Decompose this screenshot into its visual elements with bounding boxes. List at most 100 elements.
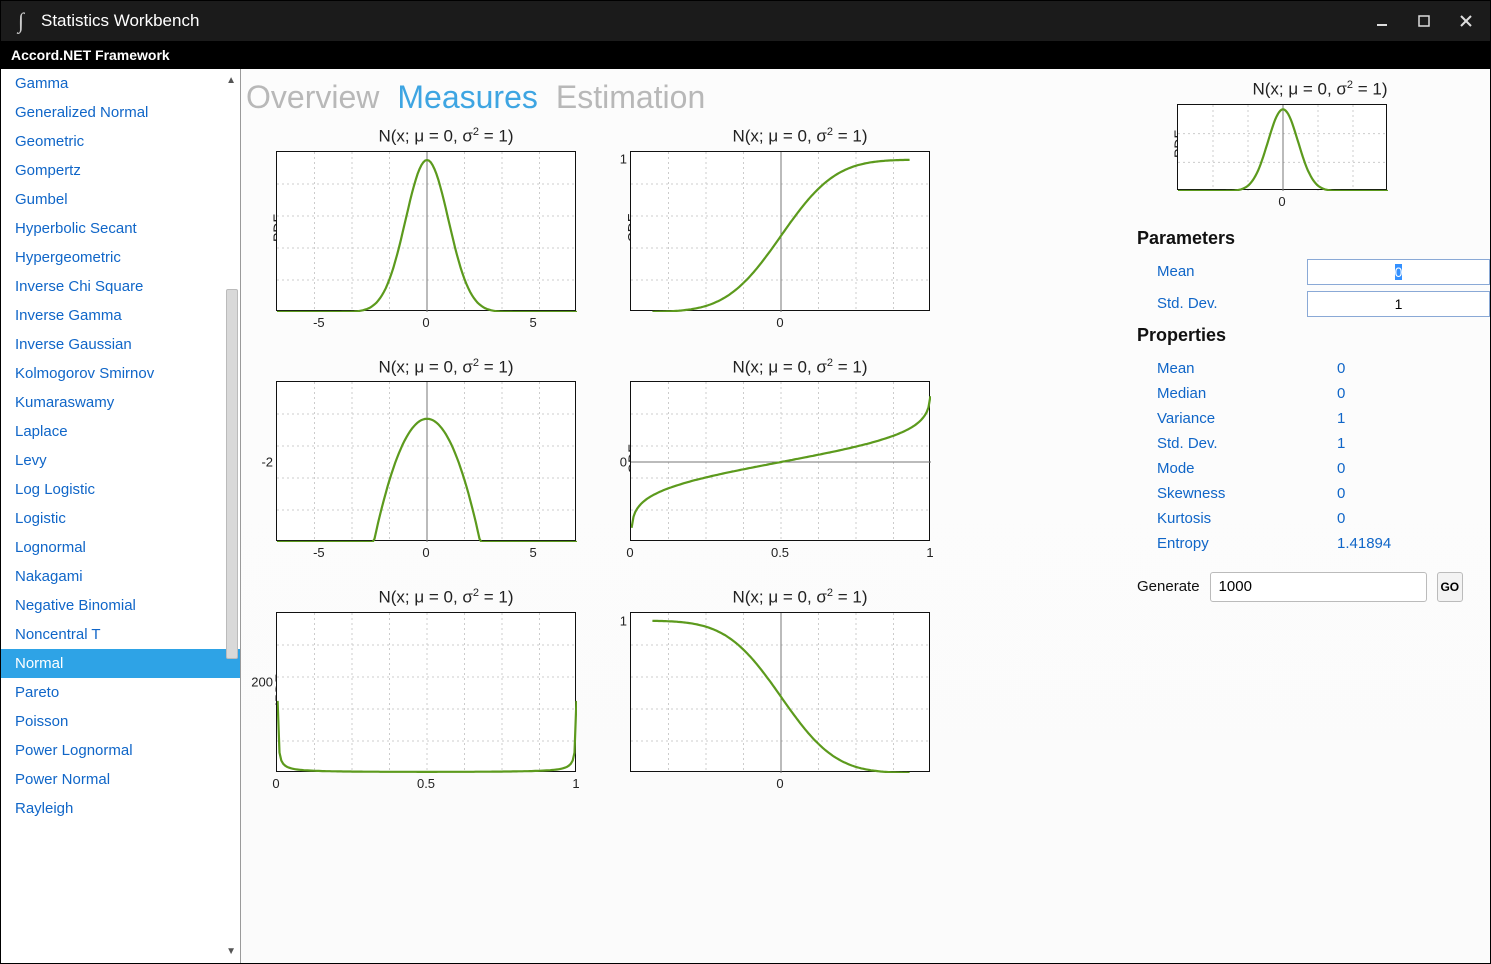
chart-plot[interactable]: 0: [630, 381, 930, 541]
tabs: Overview Measures Estimation: [246, 79, 1123, 116]
close-button[interactable]: [1452, 7, 1480, 35]
sidebar-item-laplace[interactable]: Laplace: [1, 417, 240, 446]
chart-plot[interactable]: 1: [630, 151, 930, 311]
tab-overview[interactable]: Overview: [246, 79, 379, 116]
charts-grid: N(x; μ = 0, σ2 = 1)PDF-505 N(x; μ = 0, σ2…: [276, 126, 1123, 792]
param-label: Mean: [1137, 263, 1307, 280]
sidebar-item-noncentral-t[interactable]: Noncentral T: [1, 620, 240, 649]
maximize-button[interactable]: [1410, 7, 1438, 35]
sidebar-item-levy[interactable]: Levy: [1, 446, 240, 475]
sidebar-item-gumbel[interactable]: Gumbel: [1, 185, 240, 214]
x-ticks: 0: [630, 311, 930, 331]
property-name: Median: [1157, 385, 1337, 402]
sidebar-item-inverse-gaussian[interactable]: Inverse Gaussian: [1, 330, 240, 359]
generate-label: Generate: [1137, 578, 1200, 595]
sidebar-item-log-logistic[interactable]: Log Logistic: [1, 475, 240, 504]
chart-plot[interactable]: 1: [630, 612, 930, 772]
properties-heading: Properties: [1137, 325, 1463, 346]
sidebar-item-normal[interactable]: Normal: [1, 649, 240, 678]
sidebar-item-hypergeometric[interactable]: Hypergeometric: [1, 243, 240, 272]
property-name: Mean: [1157, 360, 1337, 377]
sidebar-item-gamma[interactable]: Gamma: [1, 69, 240, 98]
chart-title: N(x; μ = 0, σ2 = 1): [630, 357, 970, 378]
titlebar: ∫ Statistics Workbench: [1, 1, 1490, 41]
sidebar-item-negative-binomial[interactable]: Negative Binomial: [1, 591, 240, 620]
property-value: 1: [1337, 410, 1345, 427]
parameters-list: Mean▲▼Std. Dev.▲▼: [1137, 259, 1463, 317]
chart-title: N(x; μ = 0, σ2 = 1): [630, 126, 970, 147]
sidebar-scroll-up-icon[interactable]: ▲: [226, 75, 236, 86]
sidebar-item-power-normal[interactable]: Power Normal: [1, 765, 240, 794]
property-row-variance: Variance1: [1137, 406, 1463, 431]
chart-plot[interactable]: 200: [276, 612, 576, 772]
sidebar-scroll-down-icon[interactable]: ▼: [226, 946, 236, 957]
chart-logpdf: N(x; μ = 0, σ2 = 1)Log-PDF-2-505: [276, 357, 616, 562]
chart-pdf: N(x; μ = 0, σ2 = 1)PDF-505: [276, 126, 616, 331]
chart-title: N(x; μ = 0, σ2 = 1): [276, 587, 616, 608]
property-row-skewness: Skewness0: [1137, 481, 1463, 506]
sidebar-item-rayleigh[interactable]: Rayleigh: [1, 794, 240, 823]
x-ticks: 0: [630, 772, 930, 792]
brand-label[interactable]: Accord.NET Framework: [11, 47, 170, 63]
property-value: 0: [1337, 485, 1345, 502]
minimize-button[interactable]: [1368, 7, 1396, 35]
sidebar-item-kolmogorov-smirnov[interactable]: Kolmogorov Smirnov: [1, 359, 240, 388]
sidebar-item-pareto[interactable]: Pareto: [1, 678, 240, 707]
app-icon: ∫: [11, 9, 31, 33]
property-value: 0: [1337, 385, 1345, 402]
y-ticks: 0: [597, 382, 627, 540]
sidebar-item-power-lognormal[interactable]: Power Lognormal: [1, 736, 240, 765]
parameters-heading: Parameters: [1137, 228, 1463, 249]
generate-go-button[interactable]: GO: [1437, 572, 1463, 602]
param-spinner: ▲▼: [1307, 259, 1427, 285]
property-name: Std. Dev.: [1157, 435, 1337, 452]
sidebar-scrollbar-thumb[interactable]: [226, 289, 238, 659]
sidebar-item-kumaraswamy[interactable]: Kumaraswamy: [1, 388, 240, 417]
menubar: Accord.NET Framework: [1, 41, 1490, 69]
right-panel: N(x; μ = 0, σ2 = 1)PDF0 Parameters Mean▲…: [1123, 79, 1463, 953]
chart-plot[interactable]: -2: [276, 381, 576, 541]
sidebar-item-inverse-chi-square[interactable]: Inverse Chi Square: [1, 272, 240, 301]
sidebar-item-generalized-normal[interactable]: Generalized Normal: [1, 98, 240, 127]
property-value: 0: [1337, 460, 1345, 477]
param-spinner: ▲▼: [1307, 291, 1427, 317]
param-row-mean: Mean▲▼: [1137, 259, 1463, 285]
mini-pdf-chart: N(x; μ = 0, σ2 = 1)PDF0: [1177, 79, 1463, 210]
y-ticks: 1: [597, 152, 627, 310]
property-value: 1: [1337, 435, 1345, 452]
chart-plot[interactable]: [1177, 104, 1387, 190]
chart-ccdf: N(x; μ = 0, σ2 = 1)CCDF10: [630, 587, 970, 792]
chart-title: N(x; μ = 0, σ2 = 1): [1177, 79, 1463, 100]
y-ticks: -2: [243, 382, 273, 540]
property-row-mean: Mean0: [1137, 356, 1463, 381]
x-ticks: -505: [276, 541, 576, 561]
app-title: Statistics Workbench: [41, 11, 1368, 31]
window-controls: [1368, 7, 1480, 35]
property-row-mode: Mode0: [1137, 456, 1463, 481]
x-ticks: 00.51: [276, 772, 576, 792]
properties-list: Mean0Median0Variance1Std. Dev.1Mode0Skew…: [1137, 356, 1463, 556]
sidebar-item-nakagami[interactable]: Nakagami: [1, 562, 240, 591]
sidebar-item-inverse-gamma[interactable]: Inverse Gamma: [1, 301, 240, 330]
chart-plot[interactable]: [276, 151, 576, 311]
body: GammaGeneralized NormalGeometricGompertz…: [1, 69, 1490, 963]
distribution-list[interactable]: GammaGeneralized NormalGeometricGompertz…: [1, 69, 240, 963]
generate-count-input[interactable]: [1210, 572, 1427, 602]
sidebar-item-lognormal[interactable]: Lognormal: [1, 533, 240, 562]
property-row-entropy: Entropy1.41894: [1137, 531, 1463, 556]
sidebar-item-geometric[interactable]: Geometric: [1, 127, 240, 156]
property-row-median: Median0: [1137, 381, 1463, 406]
sidebar-item-hyperbolic-secant[interactable]: Hyperbolic Secant: [1, 214, 240, 243]
sidebar-item-gompertz[interactable]: Gompertz: [1, 156, 240, 185]
tab-estimation[interactable]: Estimation: [556, 79, 705, 116]
y-ticks: 200: [243, 613, 273, 771]
sidebar-item-logistic[interactable]: Logistic: [1, 504, 240, 533]
property-row-kurtosis: Kurtosis0: [1137, 506, 1463, 531]
app-window: ∫ Statistics Workbench Accord.NET Framew…: [0, 0, 1491, 964]
sidebar-item-poisson[interactable]: Poisson: [1, 707, 240, 736]
tab-measures[interactable]: Measures: [397, 79, 538, 116]
chart-title: N(x; μ = 0, σ2 = 1): [276, 357, 616, 378]
param-input[interactable]: [1307, 291, 1490, 317]
property-name: Variance: [1157, 410, 1337, 427]
param-input[interactable]: [1307, 259, 1490, 285]
